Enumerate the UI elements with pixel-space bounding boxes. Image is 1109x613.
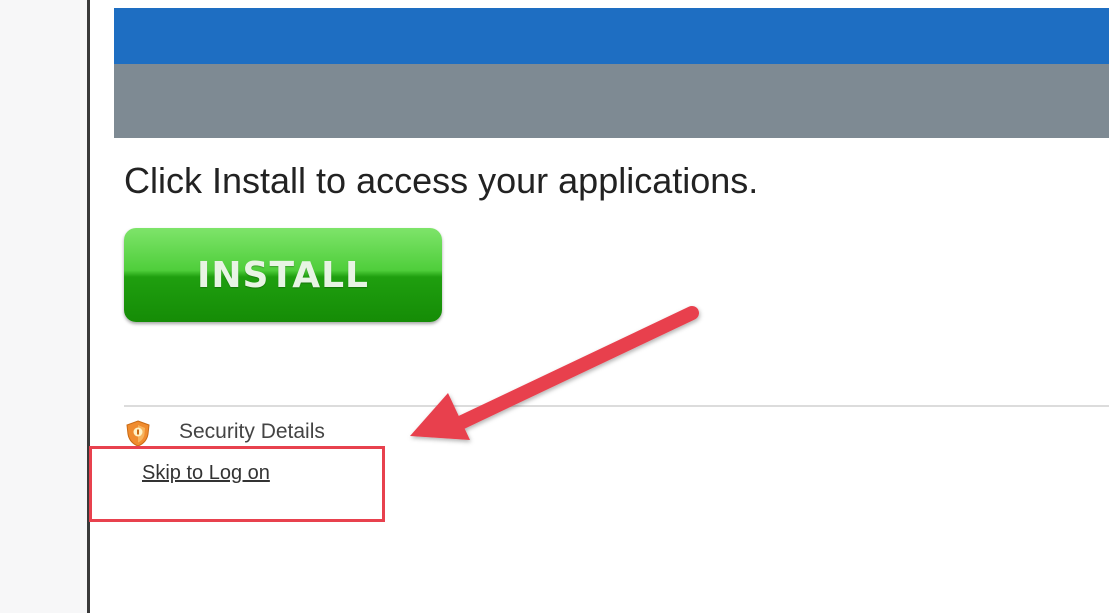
security-details-link[interactable]: Security Details <box>179 420 325 444</box>
citrix-receiver-page: Click Install to access your application… <box>0 0 1109 613</box>
shield-icon <box>126 420 150 447</box>
install-button-label: INSTALL <box>197 254 369 296</box>
header-bar <box>114 8 1109 64</box>
install-message: Click Install to access your application… <box>124 160 759 201</box>
annotation-highlight-box <box>89 446 385 522</box>
left-margin <box>0 0 87 613</box>
subheader-bar <box>114 64 1109 138</box>
divider <box>124 405 1109 407</box>
install-button[interactable]: INSTALL <box>124 228 442 322</box>
